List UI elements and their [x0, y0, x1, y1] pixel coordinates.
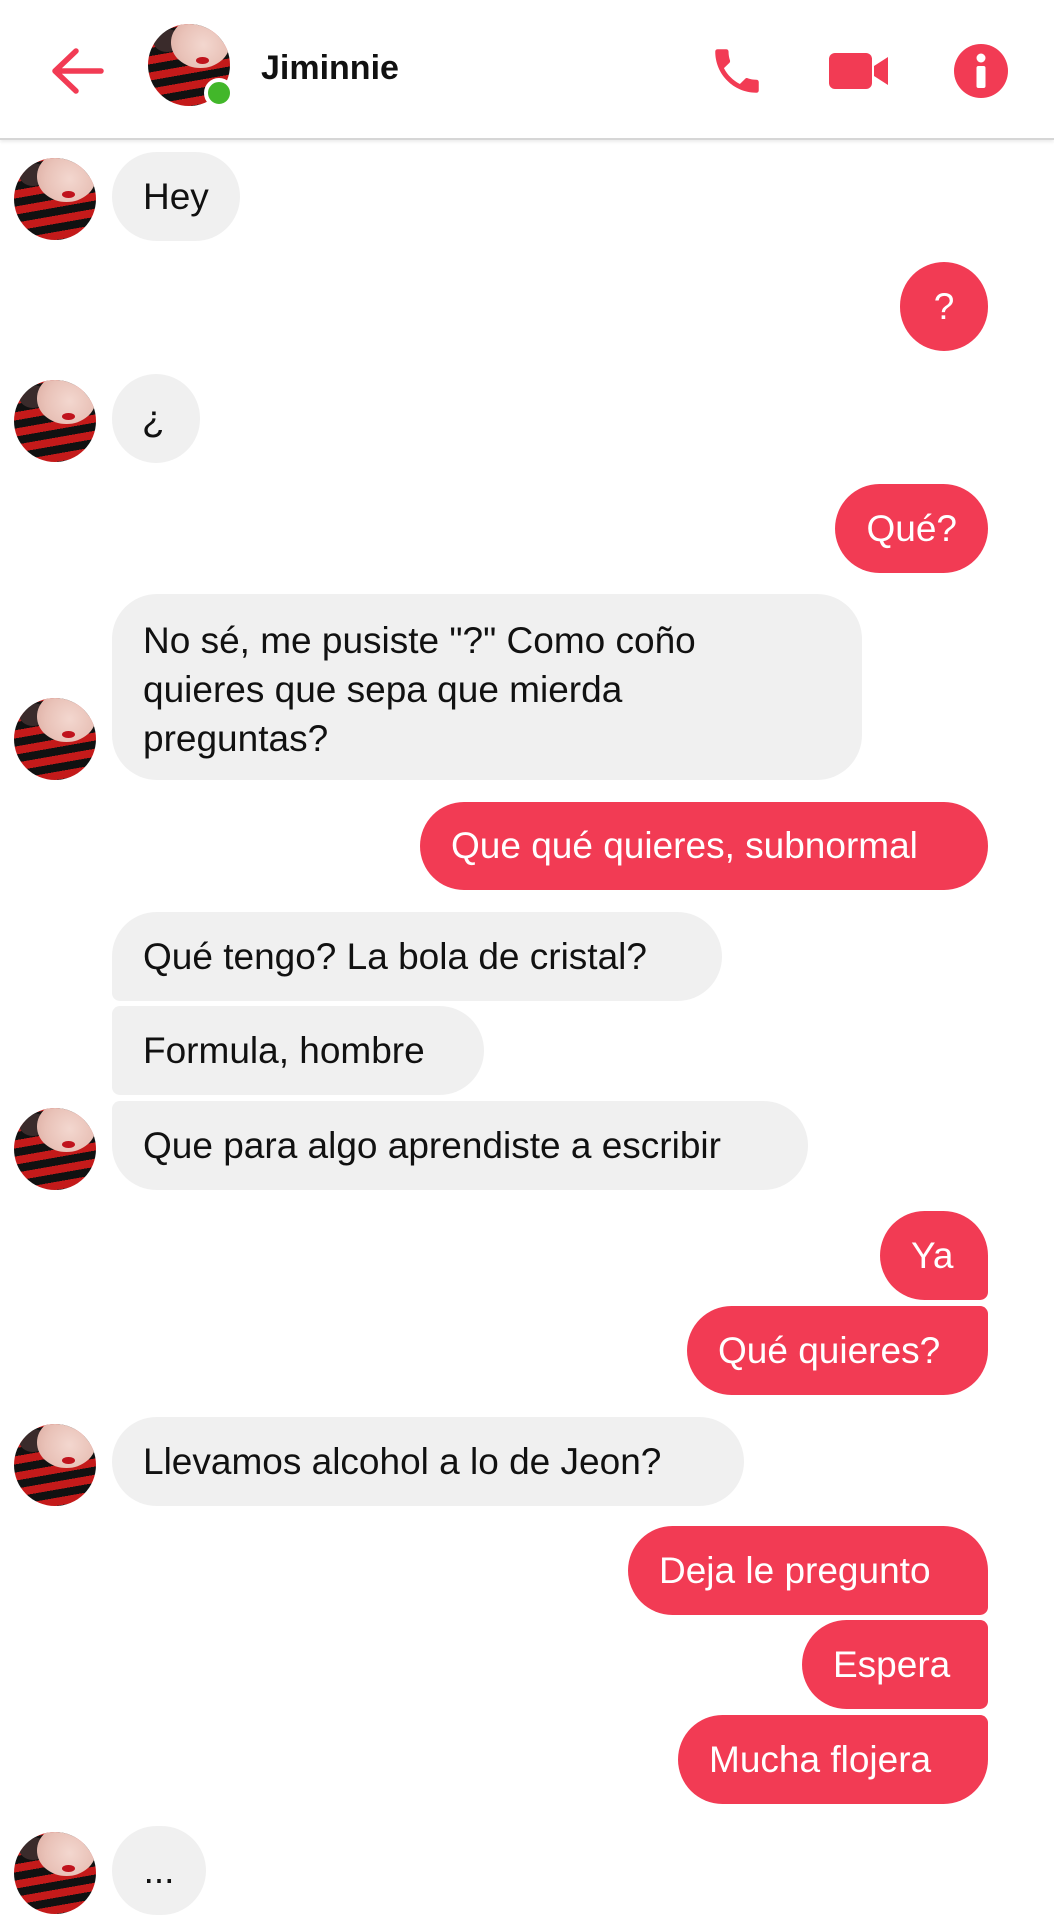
sent-message[interactable]: Qué?	[835, 484, 988, 573]
received-message[interactable]: Llevamos alcohol a lo de Jeon?	[112, 1417, 744, 1506]
contact-avatar[interactable]	[14, 698, 96, 780]
received-message[interactable]: Que para algo aprendiste a escribir	[112, 1101, 808, 1190]
message-line: No sé, me pusiste "?" Como coño	[143, 620, 696, 661]
contact-avatar[interactable]	[14, 380, 96, 462]
received-message[interactable]: No sé, me pusiste "?" Como coño quieres …	[112, 594, 862, 780]
received-message[interactable]: Hey	[112, 152, 240, 241]
online-status-indicator	[204, 78, 234, 108]
sent-message[interactable]: Ya	[880, 1211, 988, 1300]
message-line: preguntas?	[143, 718, 329, 759]
message-line: quieres que sepa que mierda	[143, 669, 623, 710]
contact-avatar[interactable]	[14, 1108, 96, 1190]
sent-message[interactable]: Qué quieres?	[687, 1306, 988, 1395]
info-icon[interactable]	[938, 28, 1024, 114]
sent-message[interactable]: Deja le pregunto	[628, 1526, 988, 1615]
phone-icon[interactable]	[694, 28, 780, 114]
contact-avatar[interactable]	[148, 24, 234, 108]
back-arrow-icon[interactable]	[34, 28, 120, 114]
contact-name[interactable]: Jiminnie	[261, 46, 399, 90]
sent-message[interactable]: Que qué quieres, subnormal	[420, 802, 988, 890]
received-message[interactable]: Qué tengo? La bola de cristal?	[112, 912, 722, 1001]
sent-message[interactable]: Mucha flojera	[678, 1715, 988, 1804]
sent-message[interactable]: Espera	[802, 1620, 988, 1709]
video-camera-icon[interactable]	[816, 28, 902, 114]
contact-avatar[interactable]	[14, 1832, 96, 1914]
conversation-header: Jiminnie	[0, 0, 1054, 140]
typing-indicator: ...	[112, 1826, 206, 1915]
received-message[interactable]: ¿	[112, 374, 200, 463]
received-message[interactable]: Formula, hombre	[112, 1006, 484, 1095]
contact-avatar[interactable]	[14, 158, 96, 240]
contact-avatar[interactable]	[14, 1424, 96, 1506]
sent-message[interactable]: ?	[900, 262, 988, 351]
